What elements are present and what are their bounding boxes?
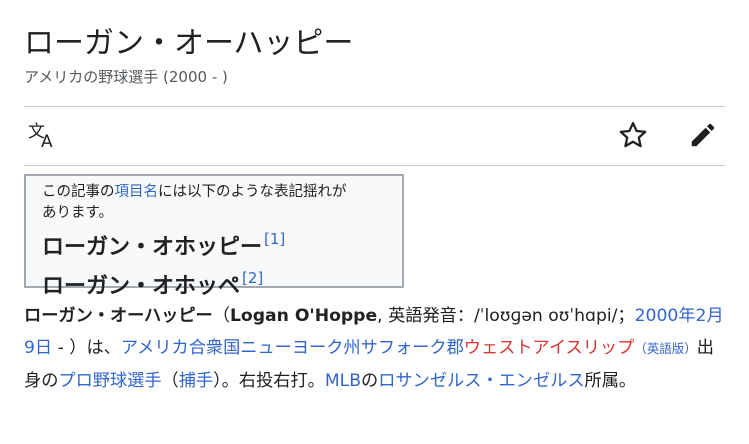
subject-name-ja: ローガン・オーハッピー: [24, 306, 213, 326]
reference-link-1[interactable]: [1]: [264, 230, 285, 248]
notice-text-line2: あります。: [42, 205, 114, 221]
notice-box: この記事の項目名には以下のような表記揺れが あります。 ローガン・オホッピー [1…: [24, 174, 404, 299]
county-link[interactable]: サフォーク郡: [361, 338, 464, 358]
country-link[interactable]: アメリカ合衆国: [121, 338, 240, 358]
alternate-name-2: ローガン・オホッペ [2]: [42, 269, 264, 299]
team-link[interactable]: ロサンゼルス・エンゼルス: [378, 371, 584, 391]
page-title: ローガン・オーハッピー: [24, 26, 354, 61]
state-link[interactable]: ニューヨーク州: [240, 338, 360, 358]
divider-top: [24, 106, 725, 107]
notice-text-line1: この記事の項目名には以下のような表記揺れが: [42, 184, 347, 200]
alternate-name-1: ローガン・オホッピー [1]: [42, 230, 286, 260]
town-redlink[interactable]: ウェストアイスリップ: [464, 338, 635, 358]
pronunciation: , 英語発音：/ˈloʊɡən oʊˈhɑpi/；: [377, 306, 635, 326]
page-subtitle: アメリカの野球選手 (2000 - ): [24, 68, 228, 86]
subject-name-en: Logan O'Hoppe: [229, 306, 378, 326]
star-icon[interactable]: [616, 118, 650, 152]
divider-toolbar: [24, 165, 725, 166]
english-version-link[interactable]: （英語版）: [634, 341, 697, 356]
reference-link-2[interactable]: [2]: [242, 269, 263, 287]
translate-icon[interactable]: 文 A: [26, 118, 60, 152]
league-link[interactable]: MLB: [325, 371, 361, 391]
profession-link[interactable]: プロ野球選手: [58, 371, 161, 391]
item-name-link[interactable]: 項目名: [115, 184, 159, 200]
pencil-icon[interactable]: [686, 118, 720, 152]
article-lead-paragraph: ローガン・オーハッピー（Logan O'Hoppe, 英語発音：/ˈloʊɡən…: [24, 306, 724, 391]
svg-text:A: A: [41, 132, 53, 149]
position-link[interactable]: 捕手: [179, 371, 213, 391]
